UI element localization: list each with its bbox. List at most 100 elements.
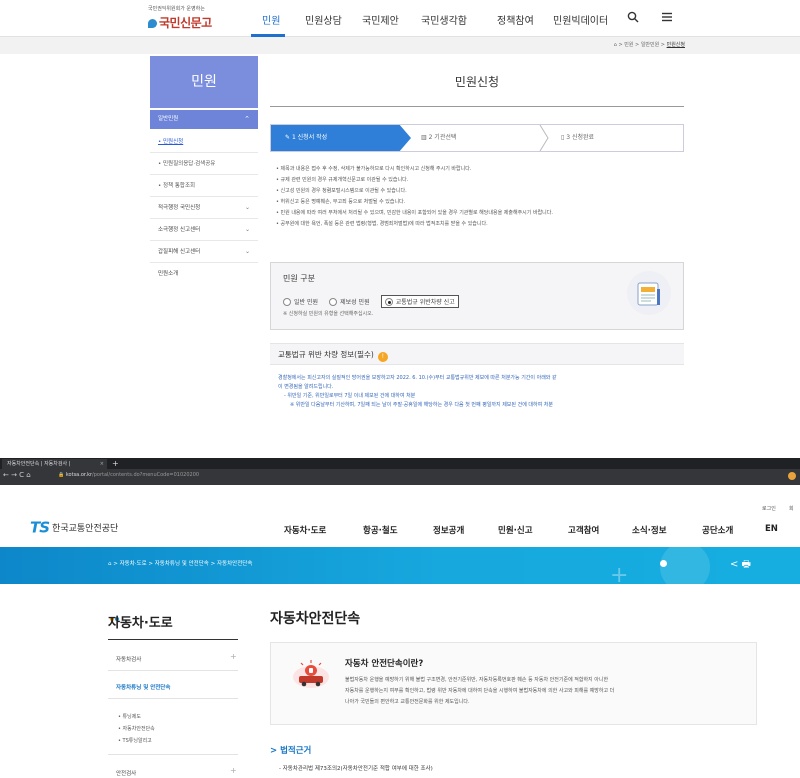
sidebar-sub-qna[interactable]: • 민원질의응답·검색공유	[150, 153, 258, 175]
nav-consultation[interactable]: 민원상담	[305, 12, 342, 27]
radio-circle-icon	[283, 298, 291, 306]
title-divider	[270, 106, 684, 107]
sidebar-sub-policy[interactable]: • 정책 통합조회	[150, 175, 258, 197]
kotsa-page: 자동차안전단속 | 자동차검사 | × + ← → C ⌂ 🔒 kotsa.or…	[0, 458, 800, 778]
sidebar-item-intro[interactable]: 민원소개	[150, 263, 258, 285]
sidebar-item-safety-inspection[interactable]: 안전검사	[116, 769, 136, 777]
intro-line: 나아가 국민들의 편안하고 교통안전문화를 위한 제도입니다.	[345, 699, 470, 705]
complaint-type-hint: ※ 신청하실 민원의 유형을 선택해주십시오.	[283, 311, 374, 317]
breadcrumb-current[interactable]: 민원신청	[667, 42, 685, 48]
breadcrumb-item[interactable]: 일반민원	[641, 42, 659, 48]
gnb-english[interactable]: EN	[765, 524, 778, 534]
sidebar-sub-ts-tuning[interactable]: • TS튜닝알리고	[118, 737, 152, 744]
gnb-about[interactable]: 공단소개	[702, 524, 733, 536]
chevron-down-icon: ⌄	[244, 226, 250, 233]
epeople-page: 국민권익위원회가 운영하는 국민신문고 민원 민원상담 국민제안 국민생각함 정…	[0, 0, 800, 452]
building-icon: ▥	[421, 134, 429, 141]
logo-name: 국민신문고	[159, 16, 212, 30]
breadcrumb[interactable]: ⌂ > 자동차·도로 > 자동차튜닝 및 안전단속 > 자동차안전단속	[108, 559, 252, 567]
browser-tab[interactable]: 자동차안전단속 | 자동차검사 | ×	[2, 459, 107, 469]
gnb-customer[interactable]: 고객참여	[568, 524, 599, 536]
tab-title: 자동차안전단속 | 자동차검사 |	[7, 461, 71, 467]
gnb-car-road[interactable]: 자동차·도로	[284, 524, 326, 536]
nav-civil-complaint[interactable]: 민원	[262, 12, 280, 27]
extension-icon[interactable]	[788, 472, 796, 480]
sidebar-item-tuning-enforcement[interactable]: 자동차튜닝 및 안전단속	[116, 683, 170, 691]
intro-card-title: 자동차 안전단속이란?	[345, 659, 424, 669]
sidebar-group-label: 일반민원	[158, 116, 179, 122]
notice-line: 이 변경됨을 알려드립니다.	[278, 384, 334, 390]
sidebar-heading: 민원	[150, 56, 258, 108]
sidebar-line	[108, 754, 238, 755]
notice-line: - 위반일 기준, 위반일로부터 7일 이내 제보된 건에 대하여 처분	[284, 393, 416, 399]
sidebar-sub-apply[interactable]: • 민원신청	[150, 131, 258, 153]
radio-traffic-violation[interactable]: 교통법규 위반차량 신고	[380, 295, 459, 308]
radio-label: 일반 민원	[294, 299, 318, 306]
traffic-info-section: 교통법규 위반 차량 정보(필수)!	[270, 343, 684, 365]
intro-line: 자동차를 운행하는지 여부를 확인하고, 법령 위반 자동차에 대하여 단속을 …	[345, 688, 615, 694]
gnb-news[interactable]: 소식·정보	[632, 524, 667, 536]
browser-tab-bar: 자동차안전단속 | 자동차검사 | × +	[0, 458, 800, 469]
sidebar-item-label: 민원소개	[158, 271, 179, 277]
chevron-up-icon: ⌃	[244, 115, 250, 123]
nav-opinion[interactable]: 국민생각함	[421, 12, 467, 27]
page-title: 민원신청	[454, 75, 500, 89]
notice-line: 경찰청에서는 피신고자의 실질적인 방어권을 보장하고자 2022. 6. 10…	[278, 375, 557, 381]
home-icon[interactable]: ⌂	[614, 42, 617, 48]
notice-line: ※ 위반일 다음날부터 기산하며, 7일째 되는 날이 주말·공휴일에 해당하는…	[290, 402, 553, 408]
notice-item: • 제목과 내용은 접수 후 수정, 삭제가 불가능하므로 다시 확인하시고 신…	[276, 166, 472, 172]
share-print-icons[interactable]: < 🖶	[730, 557, 751, 574]
breadcrumb-item[interactable]: 민원	[624, 42, 633, 48]
document-illustration-icon	[627, 271, 671, 315]
new-tab-button[interactable]: +	[112, 458, 119, 469]
traffic-info-notice: 경찰청에서는 피신고자의 실질적인 방어권을 보장하고자 2022. 6. 10…	[278, 374, 678, 410]
util-link[interactable]: 회	[789, 505, 794, 512]
browser-nav-buttons[interactable]: ← → C ⌂	[3, 471, 31, 479]
notice-item: • 규제 관련 민원의 경우 규제개혁신문고로 이관될 수 있습니다.	[276, 177, 409, 183]
step-label: 1 신청서 작성	[291, 134, 328, 141]
legal-basis-title: > 법적근거	[270, 746, 312, 756]
legal-basis-item: - 자동차관리법 제73조의2(자동차안전기준 적합 여부에 대한 조사)	[279, 766, 433, 772]
logo-mark: TS	[30, 518, 50, 537]
gnb-aviation-rail[interactable]: 항공·철도	[363, 524, 398, 536]
nav-proposal[interactable]: 국민제안	[362, 12, 399, 27]
sidebar-item-active-admin[interactable]: 적극행정 국민신청 ⌄	[150, 197, 258, 219]
login-link[interactable]: 로그인	[762, 505, 776, 512]
sidebar-sub-tuning[interactable]: • 튜닝제도	[118, 713, 141, 720]
search-icon[interactable]	[627, 11, 639, 23]
chevron-down-icon: ⌄	[244, 248, 250, 255]
kotsa-logo[interactable]: TS 한국교통안전공단	[30, 517, 118, 537]
radio-general[interactable]: 일반 민원	[283, 297, 318, 306]
intro-card-body: 불법자동차 운행을 예방하기 위해 불법 구조변경, 안전기준위반, 자동차등록…	[345, 675, 745, 708]
browser-address-bar: ← → C ⌂ 🔒 kotsa.or.kr/portal/contents.do…	[0, 469, 800, 485]
complaint-type-radio-group: 일반 민원 제보성 민원 교통법규 위반차량 신고	[283, 291, 465, 310]
close-icon[interactable]: ×	[100, 459, 104, 469]
breadcrumb: ⌂ > 민원 > 일반민원 > 민원신청	[613, 42, 685, 48]
dot-decoration-icon	[660, 560, 667, 567]
nav-policy[interactable]: 정책참여	[497, 12, 534, 27]
expand-plus-icon[interactable]: +	[230, 652, 237, 661]
url-field[interactable]: 🔒 kotsa.or.kr/portal/contents.do?menuCod…	[58, 472, 199, 478]
lock-icon: 🔒	[58, 472, 66, 478]
sidebar-item-passive-admin[interactable]: 소극행정 신고센터 ⌄	[150, 219, 258, 241]
epeople-logo[interactable]: 국민권익위원회가 운영하는 국민신문고	[148, 5, 212, 31]
sidebar-item-label: 적극행정 국민신청	[158, 205, 201, 211]
plus-decoration-icon: +	[610, 563, 629, 588]
gnb-disclosure[interactable]: 정보공개	[433, 524, 464, 536]
logo-name: 한국교통안전공단	[52, 524, 119, 534]
sidebar-item-gapjil[interactable]: 갑질피해 신고센터 ⌄	[150, 241, 258, 263]
radio-report[interactable]: 제보성 민원	[329, 297, 370, 306]
sidebar-group-general[interactable]: 일반민원 ⌃	[150, 110, 258, 129]
sidebar-item-inspection[interactable]: 자동차검사	[116, 655, 141, 663]
step-complete: ▯ 3 신청완료	[561, 125, 594, 151]
sidebar-sub-enforcement[interactable]: • 자동차안전단속	[118, 725, 155, 732]
notice-item: • 허위신고 등은 명예훼손, 무고죄 등으로 처벌될 수 있습니다.	[276, 199, 406, 205]
menu-icon[interactable]	[661, 11, 673, 23]
info-icon[interactable]: !	[377, 352, 388, 362]
expand-plus-icon[interactable]: +	[230, 766, 237, 775]
notice-item: • 신고성 민원의 경우 청렴포털시스템으로 이관될 수 있습니다.	[276, 188, 407, 194]
step-label: 2 기관선택	[428, 134, 457, 141]
epeople-header: 국민권익위원회가 운영하는 국민신문고 민원 민원상담 국민제안 국민생각함 정…	[0, 0, 800, 37]
nav-bigdata[interactable]: 민원빅데이터	[553, 12, 608, 27]
gnb-complaint[interactable]: 민원·신고	[498, 524, 533, 536]
